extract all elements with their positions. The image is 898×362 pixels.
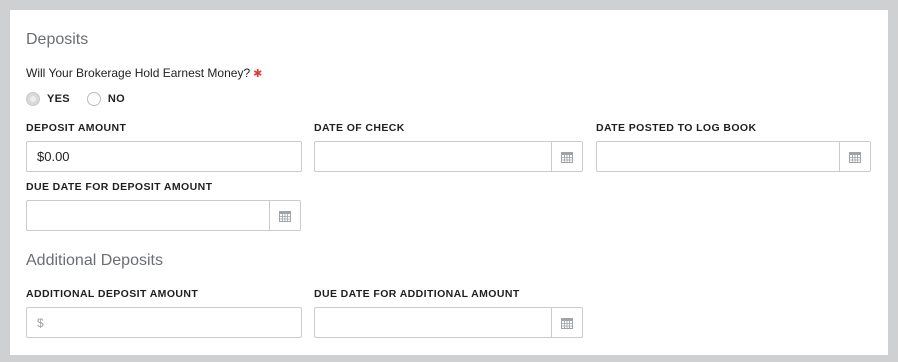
additional-deposits-title: Additional Deposits <box>26 252 163 269</box>
date-of-check-input[interactable] <box>314 141 551 172</box>
deposit-amount-input[interactable]: $0.00 <box>26 141 302 172</box>
date-posted-label: DATE POSTED TO LOG BOOK <box>596 122 757 134</box>
date-of-check-picker <box>314 141 583 172</box>
calendar-icon <box>561 317 573 329</box>
due-date-calendar-button[interactable] <box>269 200 301 231</box>
additional-amount-label: ADDITIONAL DEPOSIT AMOUNT <box>26 288 199 300</box>
date-posted-picker <box>596 141 871 172</box>
deposits-card: Deposits Will Your Brokerage Hold Earnes… <box>10 10 888 355</box>
no-radio-label[interactable]: NO <box>108 93 125 105</box>
additional-due-date-label: DUE DATE FOR ADDITIONAL AMOUNT <box>314 288 520 300</box>
deposits-section-title: Deposits <box>26 31 89 48</box>
due-date-input[interactable] <box>26 200 269 231</box>
due-date-label: DUE DATE FOR DEPOSIT AMOUNT <box>26 181 213 193</box>
earnest-money-radio-group: YES NO <box>26 92 142 106</box>
date-posted-input[interactable] <box>596 141 839 172</box>
required-indicator: ✱ <box>253 68 263 80</box>
additional-due-date-picker <box>314 307 583 338</box>
calendar-icon <box>561 151 573 163</box>
additional-due-date-input[interactable] <box>314 307 551 338</box>
calendar-icon <box>849 151 861 163</box>
due-date-picker <box>26 200 301 231</box>
date-of-check-label: DATE OF CHECK <box>314 122 405 134</box>
date-posted-calendar-button[interactable] <box>839 141 871 172</box>
additional-amount-input[interactable]: $ <box>26 307 302 338</box>
yes-radio-label[interactable]: YES <box>47 93 70 105</box>
yes-radio[interactable] <box>26 92 40 106</box>
earnest-money-question-text: Will Your Brokerage Hold Earnest Money? <box>26 66 251 80</box>
earnest-money-question: Will Your Brokerage Hold Earnest Money? ✱ <box>26 66 262 80</box>
deposit-amount-label: DEPOSIT AMOUNT <box>26 122 127 134</box>
calendar-icon <box>279 210 291 222</box>
no-radio[interactable] <box>86 92 101 106</box>
additional-due-date-calendar-button[interactable] <box>551 307 583 338</box>
date-of-check-calendar-button[interactable] <box>551 141 583 172</box>
